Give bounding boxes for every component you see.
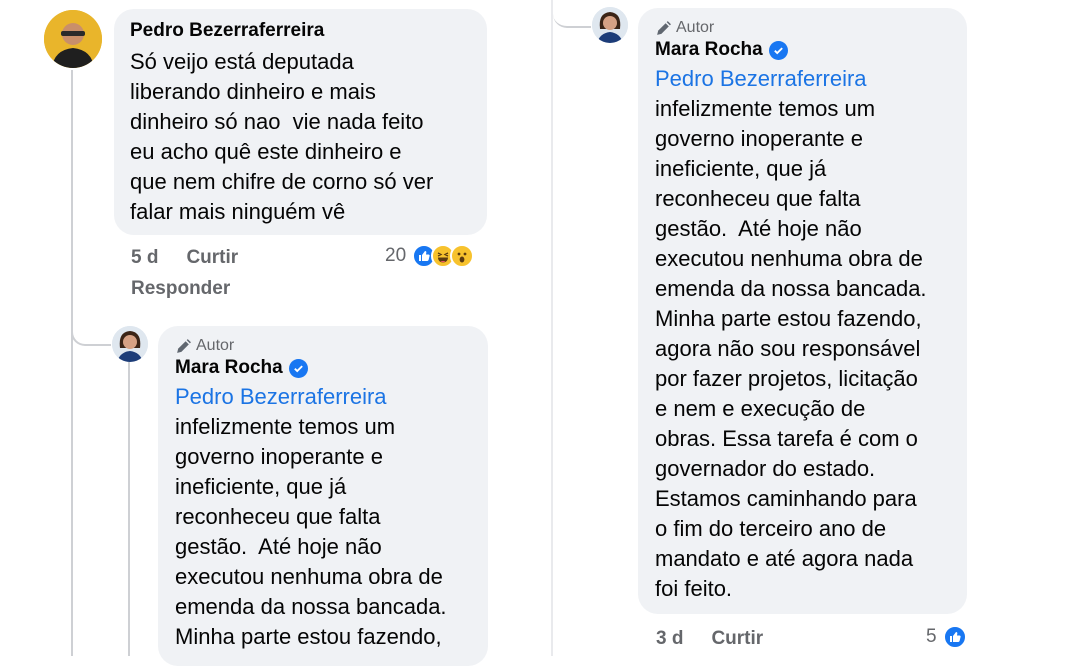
comment-actions-row2: Responder: [131, 277, 230, 301]
thread-line: [128, 362, 130, 656]
pencil-icon: [657, 20, 671, 35]
reply-bubble: Autor Mara Rocha Pedro Bezerraferreira i…: [638, 8, 967, 614]
like-button[interactable]: Curtir: [711, 627, 763, 651]
user-photo-icon: [112, 326, 148, 362]
author-badge: Autor: [655, 18, 950, 38]
comment-time[interactable]: 3 d: [656, 627, 683, 651]
avatar[interactable]: [44, 10, 102, 68]
thread-line: [71, 70, 73, 656]
reaction-count: 5: [926, 626, 937, 647]
pencil-icon: [177, 338, 191, 353]
reply-bubble: Autor Mara Rocha Pedro Bezerraferreira i…: [158, 326, 488, 666]
avatar[interactable]: [592, 7, 628, 43]
comment-text: Só veijo está deputada liberando dinheir…: [130, 49, 434, 224]
verified-badge-icon: [768, 40, 788, 60]
reaction-count: 20: [385, 245, 407, 266]
thread-connector: [553, 0, 591, 28]
verified-badge-icon: [288, 358, 308, 378]
like-icon: [942, 625, 967, 649]
wow-icon: [450, 244, 475, 268]
reaction-summary[interactable]: 20: [385, 244, 475, 268]
comment-time[interactable]: 5 d: [131, 246, 158, 270]
comment-author[interactable]: Mara Rocha: [655, 38, 763, 62]
comment-actions: 5 d Curtir: [131, 246, 238, 270]
author-badge: Autor: [175, 336, 471, 356]
user-photo-icon: [44, 10, 102, 68]
reply-button[interactable]: Responder: [131, 277, 230, 301]
mention-link[interactable]: Pedro Bezerraferreira: [655, 64, 950, 94]
comment-bubble: Pedro Bezerraferreira Só veijo está depu…: [114, 9, 487, 235]
author-badge-label: Autor: [196, 337, 235, 354]
comment-actions: 3 d Curtir: [656, 627, 763, 651]
author-badge-label: Autor: [676, 19, 715, 36]
mention-link[interactable]: Pedro Bezerraferreira: [175, 382, 471, 412]
comment-text: infelizmente temos um governo inoperante…: [175, 414, 447, 649]
thread-connector: [71, 300, 111, 346]
avatar[interactable]: [112, 326, 148, 362]
like-button[interactable]: Curtir: [186, 246, 238, 270]
column-divider: [551, 0, 553, 656]
comment-author[interactable]: Pedro Bezerraferreira: [130, 19, 471, 43]
comment-text: infelizmente temos um governo inoperante…: [655, 96, 927, 601]
reaction-summary[interactable]: 5: [926, 625, 967, 649]
user-photo-icon: [592, 7, 628, 43]
comment-author[interactable]: Mara Rocha: [175, 356, 283, 380]
